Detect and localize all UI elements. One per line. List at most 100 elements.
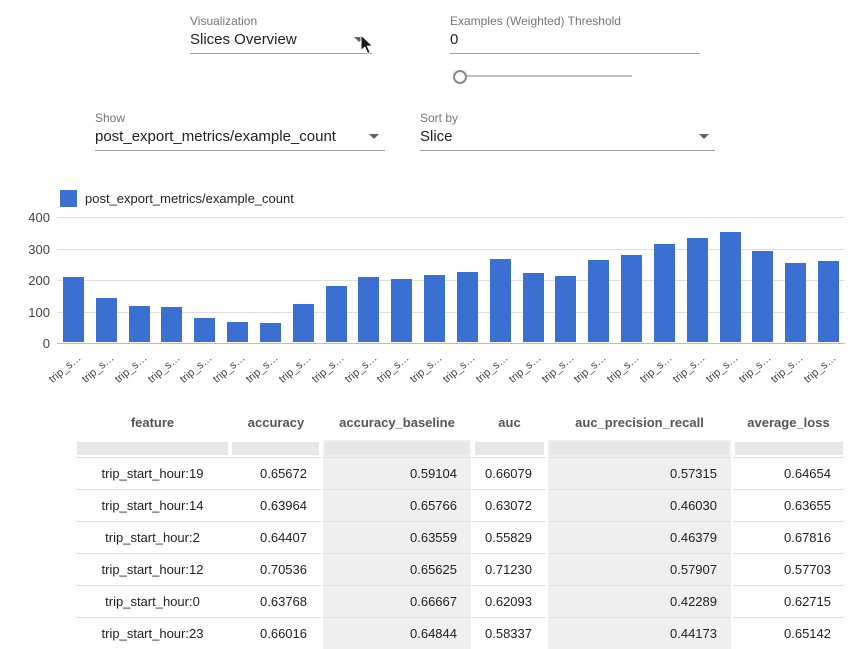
metric-cell: 0.66079	[472, 458, 547, 490]
chart-bar	[687, 238, 708, 342]
chart-bar	[752, 251, 773, 342]
table-row: trip_start_hour:120.705360.656250.712300…	[75, 554, 845, 586]
metric-cell: 0.65625	[322, 554, 472, 586]
feature-cell: trip_start_hour:23	[75, 618, 230, 649]
table-header-cell[interactable]: auc	[472, 404, 547, 440]
visualization-field: Visualization Slices Overview	[190, 14, 372, 54]
chart-bar	[555, 276, 576, 342]
feature-cell: trip_start_hour:12	[75, 554, 230, 586]
metric-cell: 0.70536	[230, 554, 322, 586]
y-axis-tick: 400	[8, 210, 50, 225]
filter-cell[interactable]	[325, 442, 469, 455]
chart-bar	[523, 273, 544, 342]
y-axis-tick: 200	[8, 273, 50, 288]
table-filter-row	[75, 440, 845, 458]
chart-legend: post_export_metrics/example_count	[60, 190, 294, 207]
x-axis-labels: trip_s…trip_s…trip_s…trip_s…trip_s…trip_…	[57, 346, 845, 390]
threshold-value: 0	[450, 31, 458, 48]
visualization-dropdown[interactable]: Slices Overview	[190, 28, 372, 54]
x-axis-label: trip_s…	[812, 346, 845, 390]
table-header-cell[interactable]: auc_precision_recall	[547, 404, 732, 440]
y-axis: 0100200300400	[8, 217, 50, 351]
table-header-row: featureaccuracyaccuracy_baselineaucauc_p…	[75, 404, 845, 440]
chart-bar	[358, 277, 379, 342]
metric-cell: 0.63559	[322, 522, 472, 554]
table-header-cell[interactable]: average_loss	[732, 404, 845, 440]
threshold-field: Examples (Weighted) Threshold 0	[450, 14, 700, 54]
chart-bar	[96, 298, 117, 342]
metrics-table-wrap: featureaccuracyaccuracy_baselineaucauc_p…	[75, 404, 845, 649]
table-row: trip_start_hour:00.637680.666670.620930.…	[75, 586, 845, 618]
show-dropdown[interactable]: post_export_metrics/example_count	[95, 125, 385, 151]
metric-cell: 0.65142	[732, 618, 845, 649]
slider-handle[interactable]	[453, 70, 467, 84]
filter-cell[interactable]	[232, 442, 319, 455]
filter-cell[interactable]	[550, 442, 729, 455]
chart-bar	[457, 272, 478, 342]
metric-cell: 0.57907	[547, 554, 732, 586]
sortby-dropdown[interactable]: Slice	[420, 125, 715, 151]
table-row: trip_start_hour:190.656720.591040.660790…	[75, 458, 845, 490]
feature-cell: trip_start_hour:19	[75, 458, 230, 490]
chevron-down-icon	[699, 134, 709, 139]
metric-cell: 0.63768	[230, 586, 322, 618]
bar-chart	[57, 217, 845, 343]
metric-cell: 0.58337	[472, 618, 547, 649]
table-header-cell[interactable]: accuracy	[230, 404, 322, 440]
metric-cell: 0.65766	[322, 490, 472, 522]
chart-bar	[194, 318, 215, 342]
metric-cell: 0.65672	[230, 458, 322, 490]
legend-swatch	[60, 190, 77, 207]
table-row: trip_start_hour:140.639640.657660.630720…	[75, 490, 845, 522]
chart-bar	[227, 322, 248, 342]
x-axis-label: trip_s…	[287, 346, 320, 390]
show-field: Show post_export_metrics/example_count	[95, 111, 385, 151]
threshold-input[interactable]: 0	[450, 28, 700, 54]
sortby-value: Slice	[420, 128, 453, 145]
threshold-slider[interactable]	[452, 69, 632, 83]
metric-cell: 0.66667	[322, 586, 472, 618]
metric-cell: 0.62715	[732, 586, 845, 618]
table-header-cell[interactable]: feature	[75, 404, 230, 440]
metric-cell: 0.64654	[732, 458, 845, 490]
mouse-cursor	[360, 34, 376, 61]
metric-cell: 0.63655	[732, 490, 845, 522]
table-row: trip_start_hour:20.644070.635590.558290.…	[75, 522, 845, 554]
legend-label: post_export_metrics/example_count	[85, 191, 294, 206]
y-axis-tick: 0	[8, 336, 50, 351]
chart-bar	[654, 244, 675, 342]
y-axis-tick: 300	[8, 242, 50, 257]
gridline	[57, 217, 845, 218]
chart-bar	[293, 304, 314, 342]
metric-cell: 0.67816	[732, 522, 845, 554]
chart-bar	[818, 261, 839, 342]
metric-cell: 0.59104	[322, 458, 472, 490]
chart-bar	[621, 255, 642, 342]
metrics-table: featureaccuracyaccuracy_baselineaucauc_p…	[75, 404, 845, 649]
chart-bar	[391, 279, 412, 342]
metric-cell: 0.44173	[547, 618, 732, 649]
chart-bar	[161, 307, 182, 342]
chart-bar	[785, 263, 806, 342]
x-axis-label: trip_s…	[320, 346, 353, 390]
filter-cell[interactable]	[77, 442, 228, 455]
x-axis-label: trip_s…	[90, 346, 123, 390]
chart-bar	[490, 259, 511, 342]
metric-cell: 0.42289	[547, 586, 732, 618]
table-header-cell[interactable]: accuracy_baseline	[322, 404, 472, 440]
chevron-down-icon	[369, 134, 379, 139]
metric-cell: 0.71230	[472, 554, 547, 586]
metric-cell: 0.63072	[472, 490, 547, 522]
x-axis-label: trip_s…	[484, 346, 517, 390]
x-axis-label: trip_s…	[681, 346, 714, 390]
metric-cell: 0.57315	[547, 458, 732, 490]
chart-bar	[424, 275, 445, 342]
feature-cell: trip_start_hour:2	[75, 522, 230, 554]
filter-cell[interactable]	[475, 442, 544, 455]
sortby-field: Sort by Slice	[420, 111, 715, 151]
slider-track[interactable]	[458, 75, 632, 77]
chart-bar	[63, 277, 84, 342]
metric-cell: 0.64844	[322, 618, 472, 649]
filter-cell[interactable]	[735, 442, 843, 455]
metric-cell: 0.55829	[472, 522, 547, 554]
